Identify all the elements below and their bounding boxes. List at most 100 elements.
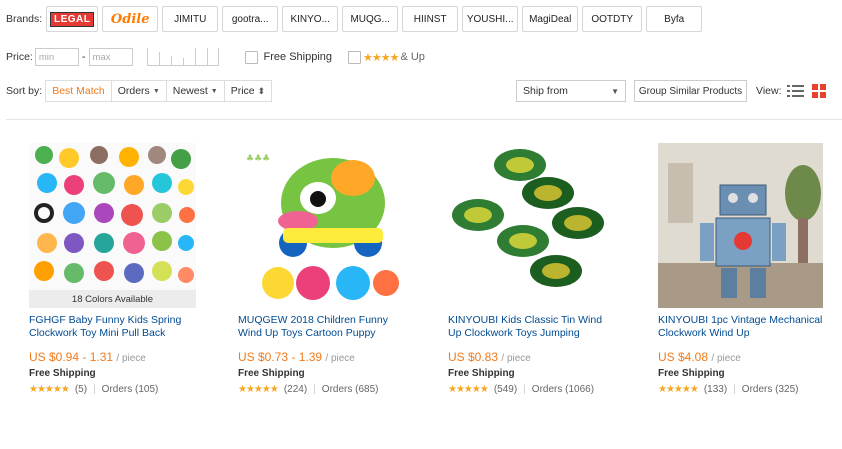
product-title[interactable]: FGHGF Baby Funny Kids Spring Clockwork T… (29, 314, 199, 340)
brand-byfa[interactable]: Byfa (646, 6, 703, 32)
group-similar-button[interactable]: Group Similar Products (634, 80, 747, 102)
brands-filter: Brands: LEGAL Odile JIMITU gootra... KIN… (6, 6, 703, 32)
sort-label: Sort by: (6, 85, 43, 97)
price-max-placeholder: max (92, 51, 111, 63)
ship-from-select[interactable]: Ship from ▼ (516, 80, 626, 102)
product-card[interactable]: KINYOUBI 1pc Vintage Mechanical Clockwor… (658, 143, 836, 395)
sort-newest[interactable]: Newest ▼ (167, 81, 225, 101)
product-rating: ★★★★★ (224) | Orders (685) (238, 384, 416, 395)
product-image[interactable] (658, 143, 823, 308)
brand-gootrades[interactable]: gootra... (222, 6, 279, 32)
review-count[interactable]: (133) (704, 384, 727, 395)
brand-muqgew[interactable]: MUQG... (342, 6, 399, 32)
view-label: View: (756, 85, 782, 97)
sort-option-label: Price (230, 85, 255, 97)
grid-view-icon[interactable] (812, 84, 826, 98)
separator: | (93, 384, 96, 395)
brand-label: gootra... (231, 13, 269, 25)
rating-and-up-label[interactable]: & Up (400, 51, 424, 63)
chevron-down-icon: ▼ (611, 86, 619, 96)
price-value: US $0.94 - 1.31 (29, 350, 114, 364)
brand-youshi[interactable]: YOUSHI... (462, 6, 519, 32)
toy-car-icon: ♣♣♣ (238, 143, 403, 308)
histogram-bar[interactable] (158, 52, 171, 66)
histogram-bar[interactable] (146, 48, 159, 66)
separator: | (733, 384, 736, 395)
histogram-bar[interactable] (170, 56, 183, 66)
brand-logo: Odile (110, 11, 150, 27)
price-unit: / piece (501, 353, 531, 364)
tin-frogs-icon (448, 143, 613, 308)
price-histogram[interactable] (146, 48, 219, 66)
price-label: Price: (6, 51, 33, 63)
price-max-input[interactable]: max (88, 48, 133, 66)
product-price: US $0.83 / piece (448, 350, 626, 364)
product-title[interactable]: KINYOUBI Kids Classic Tin Wind Up Clockw… (448, 314, 618, 340)
review-count[interactable]: (549) (494, 384, 517, 395)
ship-from-label: Ship from (523, 85, 568, 97)
free-shipping-label: Free Shipping (29, 368, 96, 379)
tin-robot-icon (658, 143, 823, 308)
free-shipping-label[interactable]: Free Shipping (264, 51, 333, 63)
free-shipping-label: Free Shipping (238, 368, 305, 379)
product-title[interactable]: KINYOUBI 1pc Vintage Mechanical Clockwor… (658, 314, 828, 340)
list-view-icon[interactable] (787, 84, 804, 98)
rating-checkbox[interactable] (348, 50, 362, 64)
brand-magideal[interactable]: MagiDeal (522, 6, 579, 32)
price-min-input[interactable]: min (34, 48, 79, 66)
brand-label: OOTDTY (591, 13, 634, 25)
brand-odile[interactable]: Odile (102, 6, 159, 32)
product-rating: ★★★★★ (133) | Orders (325) (658, 384, 836, 395)
histogram-bar[interactable] (206, 48, 219, 66)
brands-label: Brands: (6, 13, 43, 25)
price-unit: / piece (711, 353, 741, 364)
orders-count: Orders (1066) (531, 384, 595, 395)
review-count[interactable]: (224) (284, 384, 307, 395)
brand-label: MagiDeal (529, 13, 572, 25)
product-image[interactable]: 18 Colors Available (29, 143, 196, 308)
histogram-bar[interactable] (182, 58, 195, 66)
separator: | (523, 384, 526, 395)
price-unit: / piece (116, 353, 146, 364)
free-shipping-label: Free Shipping (658, 368, 725, 379)
sort-bar: Sort by: Best Match Orders ▼ Newest ▼ Pric… (6, 80, 273, 102)
divider (6, 119, 842, 120)
product-price: US $4.08 / piece (658, 350, 836, 364)
product-price: US $0.94 - 1.31 / piece (29, 350, 207, 364)
svg-text:♣♣♣: ♣♣♣ (246, 154, 270, 164)
colors-available-badge: 18 Colors Available (29, 290, 196, 308)
price-separator: - (81, 51, 86, 63)
brand-label: HIINST (413, 13, 447, 25)
free-shipping-checkbox[interactable] (244, 50, 258, 64)
star-rating-icon: ★★★★ (363, 51, 399, 64)
product-image[interactable]: ♣♣♣ (238, 143, 403, 308)
sort-orders[interactable]: Orders ▼ (112, 81, 167, 101)
product-card[interactable]: KINYOUBI Kids Classic Tin Wind Up Clockw… (448, 143, 626, 395)
product-card[interactable]: 18 Colors Available FGHGF Baby Funny Kid… (29, 143, 207, 395)
sort-best-match[interactable]: Best Match (46, 81, 112, 101)
brand-jimitu[interactable]: JIMITU (162, 6, 219, 32)
product-card[interactable]: ♣♣♣ MUQGEW 2018 Children Funny Wind Up T… (238, 143, 416, 395)
product-title[interactable]: MUQGEW 2018 Children Funny Wind Up Toys … (238, 314, 408, 340)
histogram-bar[interactable] (194, 48, 207, 66)
brand-kinyoubi[interactable]: KINYO... (282, 6, 339, 32)
price-filter: Price: min - max Free Shipping ★★★★ & Up (6, 48, 425, 66)
orders-count: Orders (325) (741, 384, 799, 395)
brand-hiinst[interactable]: HIINST (402, 6, 459, 32)
star-rating-icon: ★★★★★ (29, 384, 70, 395)
brand-ootdty[interactable]: OOTDTY (582, 6, 643, 32)
brand-label: Byfa (664, 13, 685, 25)
orders-count: Orders (105) (101, 384, 159, 395)
product-rating: ★★★★★ (5) | Orders (105) (29, 384, 207, 395)
separator: | (313, 384, 316, 395)
caret-down-icon: ▼ (152, 87, 160, 95)
product-image[interactable] (448, 143, 613, 308)
colors-available-label: 18 Colors Available (71, 293, 154, 305)
star-rating-icon: ★★★★★ (448, 384, 489, 395)
price-unit: / piece (325, 353, 355, 364)
review-count[interactable]: (5) (75, 384, 87, 395)
brand-legal[interactable]: LEGAL (46, 6, 99, 32)
sort-price[interactable]: Price ⬍ (225, 81, 271, 101)
sort-options: Best Match Orders ▼ Newest ▼ Price ⬍ (45, 80, 273, 102)
brand-label: KINYO... (290, 13, 330, 25)
